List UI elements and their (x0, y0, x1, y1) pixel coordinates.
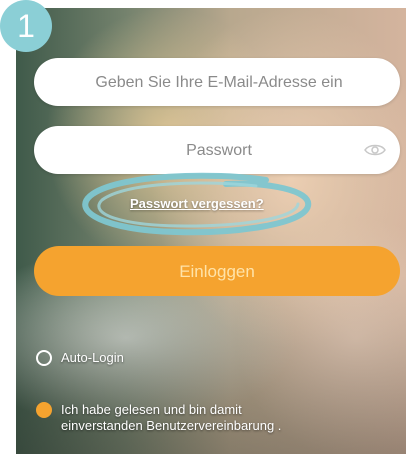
email-field[interactable] (34, 58, 404, 108)
password-field-container (34, 126, 404, 176)
step-badge: 1 (0, 0, 52, 52)
login-button[interactable]: Einloggen (34, 246, 400, 296)
email-field-container (34, 58, 404, 108)
auto-login-option[interactable]: Auto-Login (36, 350, 124, 366)
terms-text: Ich habe gelesen und bin damit einversta… (61, 402, 381, 434)
forgot-password-link[interactable]: Passwort vergessen? (130, 196, 264, 211)
eye-icon[interactable] (364, 142, 386, 158)
terms-line-1: Ich habe gelesen und bin damit (61, 402, 242, 417)
terms-line-2[interactable]: einverstanden Benutzervereinbarung . (61, 418, 381, 434)
auto-login-label: Auto-Login (61, 350, 124, 365)
terms-agreement-option[interactable]: Ich habe gelesen und bin damit einversta… (36, 402, 381, 434)
auto-login-radio[interactable] (36, 350, 52, 366)
terms-radio[interactable] (36, 402, 52, 418)
